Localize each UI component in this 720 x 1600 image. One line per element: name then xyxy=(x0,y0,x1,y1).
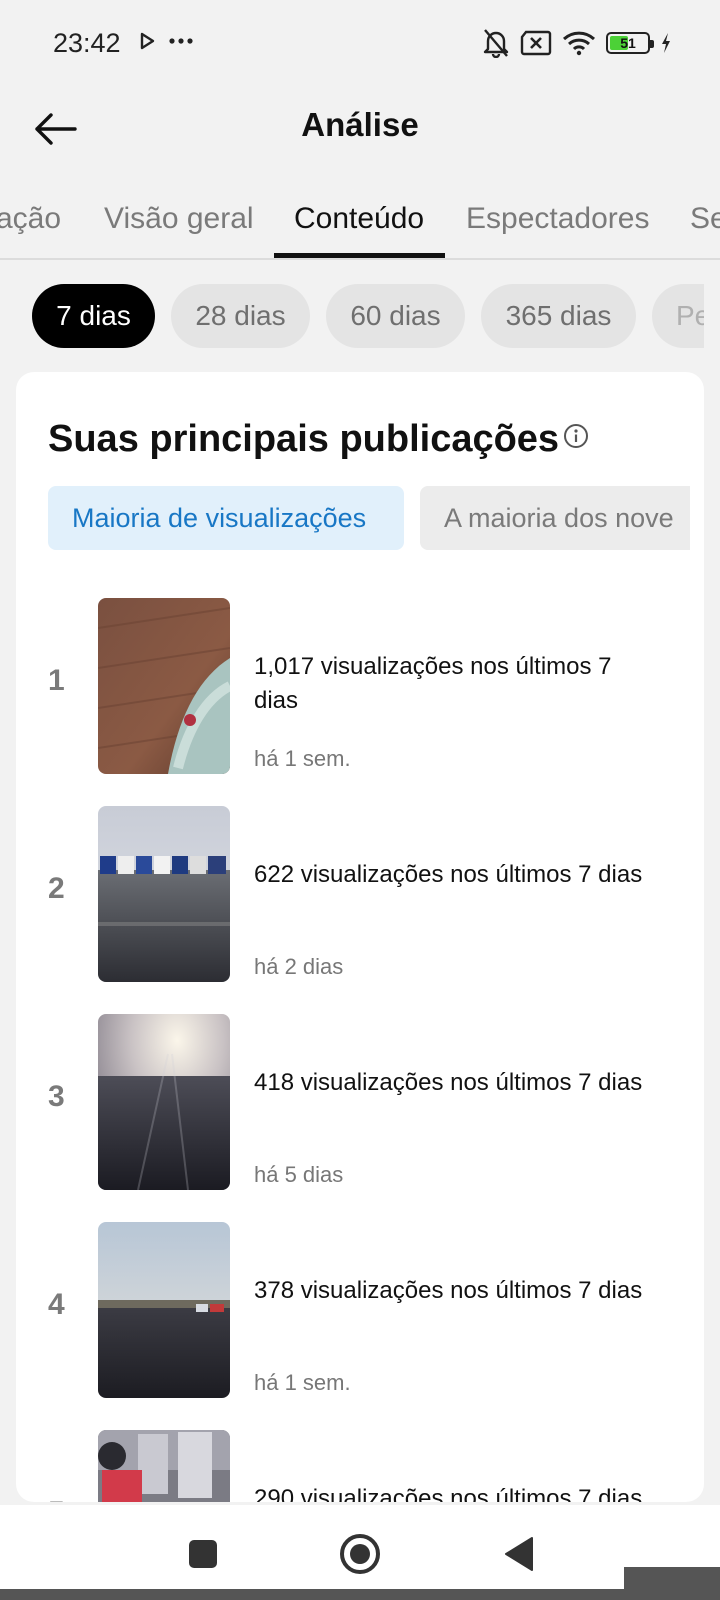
sim-error-icon xyxy=(520,30,552,56)
chip-7-dias[interactable]: 7 dias xyxy=(32,284,155,348)
status-bar: 23:42 51 xyxy=(0,0,720,90)
post-thumbnail xyxy=(98,1014,230,1190)
recents-square-icon xyxy=(189,1540,217,1568)
post-rank: 2 xyxy=(48,872,65,905)
play-icon xyxy=(140,32,155,50)
post-views: 418 visualizações nos últimos 7 dias xyxy=(254,1069,643,1096)
page-title: Análise xyxy=(301,106,419,143)
post-views: 378 visualizações nos últimos 7 dias xyxy=(254,1277,643,1304)
post-views: 622 visualizações nos últimos 7 dias xyxy=(254,861,643,888)
post-views: 290 visualizações nos últimos 7 dias xyxy=(254,1485,643,1502)
battery-level: 51 xyxy=(620,35,636,51)
back-nav-button[interactable] xyxy=(496,1531,542,1577)
home-button[interactable] xyxy=(337,1531,383,1577)
chip-60-dias[interactable]: 60 dias xyxy=(326,284,465,348)
post-age: há 5 dias xyxy=(254,1162,344,1187)
post-thumbnail xyxy=(98,1222,230,1398)
tab-visao-geral[interactable]: Visão geral xyxy=(104,202,254,236)
tab-conteudo[interactable]: Conteúdo xyxy=(294,202,424,236)
info-icon[interactable] xyxy=(563,423,589,449)
battery-icon: 51 xyxy=(606,32,654,54)
analytics-tabs: ação Visão geral Conteúdo Espectadores S… xyxy=(0,190,720,260)
home-circle-icon xyxy=(340,1534,380,1574)
post-views: 1,017 visualizações nos últimos 7 dias xyxy=(254,653,612,714)
tab-indicator xyxy=(274,253,445,258)
chip-28-dias[interactable]: 28 dias xyxy=(171,284,310,348)
charging-icon xyxy=(662,33,670,53)
tab-seguidores[interactable]: Se xyxy=(690,202,720,236)
bell-off-icon xyxy=(483,29,509,58)
post-age: há 2 dias xyxy=(254,954,344,979)
more-dots-icon xyxy=(169,38,193,44)
back-triangle-icon xyxy=(505,1537,533,1571)
post-item[interactable]: 3 418 visualizações nos últimos 7 dias h… xyxy=(16,1014,704,1190)
sort-filters: Maioria de visualizações A maioria dos n… xyxy=(48,486,690,550)
wifi-icon xyxy=(562,31,596,56)
chip-365-dias[interactable]: 365 dias xyxy=(481,284,636,348)
post-rank: 5 xyxy=(48,1496,65,1502)
status-right-icons: 51 xyxy=(482,28,672,58)
post-rank: 3 xyxy=(48,1080,65,1113)
tab-interacao[interactable]: ação xyxy=(0,202,61,236)
status-left-icons xyxy=(140,32,194,50)
system-nav-bar xyxy=(0,1505,720,1600)
filter-most-new-followers[interactable]: A maioria dos nove xyxy=(420,486,690,550)
gesture-bar xyxy=(0,1589,720,1600)
recents-button[interactable] xyxy=(180,1531,226,1577)
post-item[interactable]: 2 622 visualizações nos últimos 7 dias h… xyxy=(16,806,704,982)
post-rank: 1 xyxy=(48,664,65,697)
top-posts-card: Suas principais publicações Maioria de v… xyxy=(16,372,704,1502)
section-title: Suas principais publicações xyxy=(48,418,560,460)
filter-most-views[interactable]: Maioria de visualizações xyxy=(48,486,404,550)
post-age: há 1 sem. xyxy=(254,746,351,771)
post-item[interactable]: 5 290 visualizações nos últimos 7 dias xyxy=(16,1430,704,1502)
post-item[interactable]: 1 1,017 visualizações nos últimos 7 dias xyxy=(16,598,704,774)
date-range-chips: 7 dias 28 dias 60 dias 365 dias Pe xyxy=(0,284,704,348)
chip-personalizado[interactable]: Pe xyxy=(652,284,704,348)
post-rank: 4 xyxy=(48,1288,65,1321)
post-age: há 1 sem. xyxy=(254,1370,351,1395)
post-thumbnail xyxy=(98,1430,230,1502)
post-thumbnail xyxy=(98,806,230,982)
tab-espectadores[interactable]: Espectadores xyxy=(466,202,649,236)
post-item[interactable]: 4 378 visualizações nos últimos 7 dias h… xyxy=(16,1222,704,1398)
header: Análise xyxy=(0,90,720,170)
post-thumbnail xyxy=(98,598,230,774)
status-time: 23:42 xyxy=(53,28,121,58)
